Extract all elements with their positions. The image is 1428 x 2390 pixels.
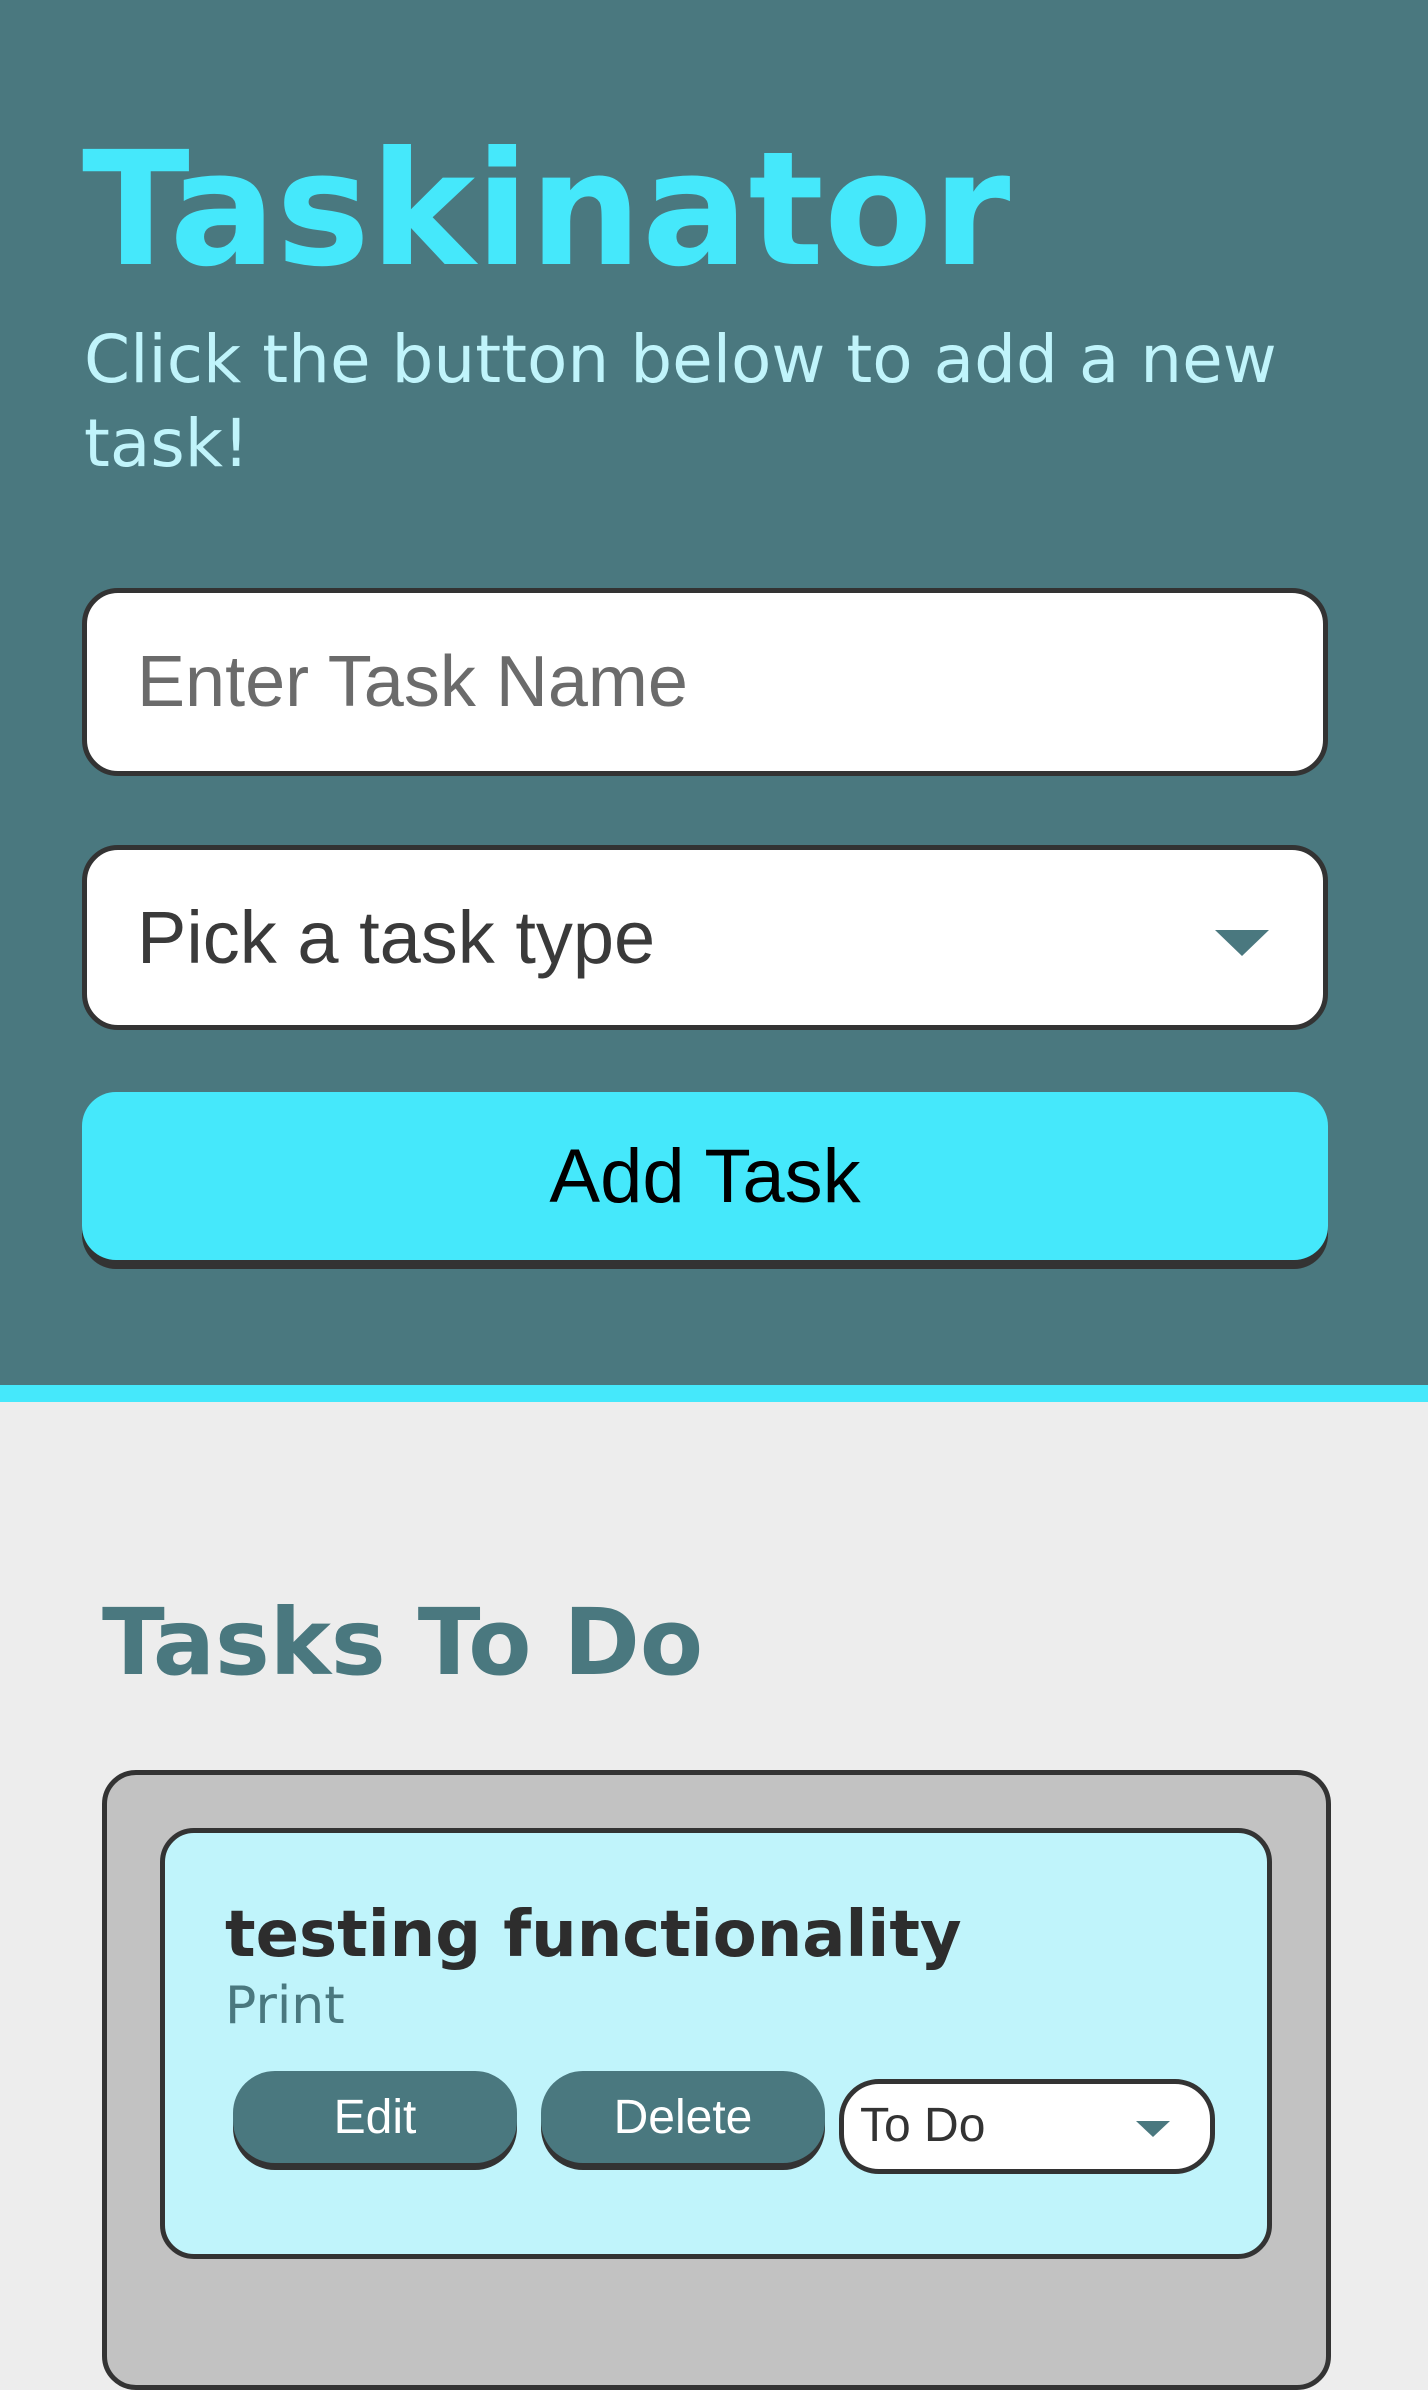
chevron-down-icon — [1136, 2121, 1170, 2137]
task-status-select[interactable]: To Do — [839, 2079, 1215, 2174]
delete-button[interactable]: Delete — [541, 2071, 825, 2163]
task-type-selected-value: Pick a task type — [137, 896, 656, 979]
task-type-select[interactable]: Pick a task type — [82, 845, 1328, 1030]
task-name-input[interactable] — [82, 588, 1328, 776]
chevron-down-icon — [1215, 930, 1269, 956]
edit-button[interactable]: Edit — [233, 2071, 517, 2163]
page-header: Taskinator Click the button below to add… — [0, 0, 1428, 1402]
app-subtitle: Click the button below to add a new task… — [84, 321, 1277, 482]
task-type: Print — [225, 1976, 345, 2036]
task-card: testing functionality Print Edit Delete … — [160, 1828, 1272, 2259]
section-title: Tasks To Do — [102, 1589, 704, 1696]
task-status-selected-value: To Do — [860, 2099, 986, 2152]
add-task-button[interactable]: Add Task — [82, 1092, 1328, 1260]
task-name: testing functionality — [225, 1898, 962, 1972]
app-title: Taskinator — [82, 118, 1011, 302]
